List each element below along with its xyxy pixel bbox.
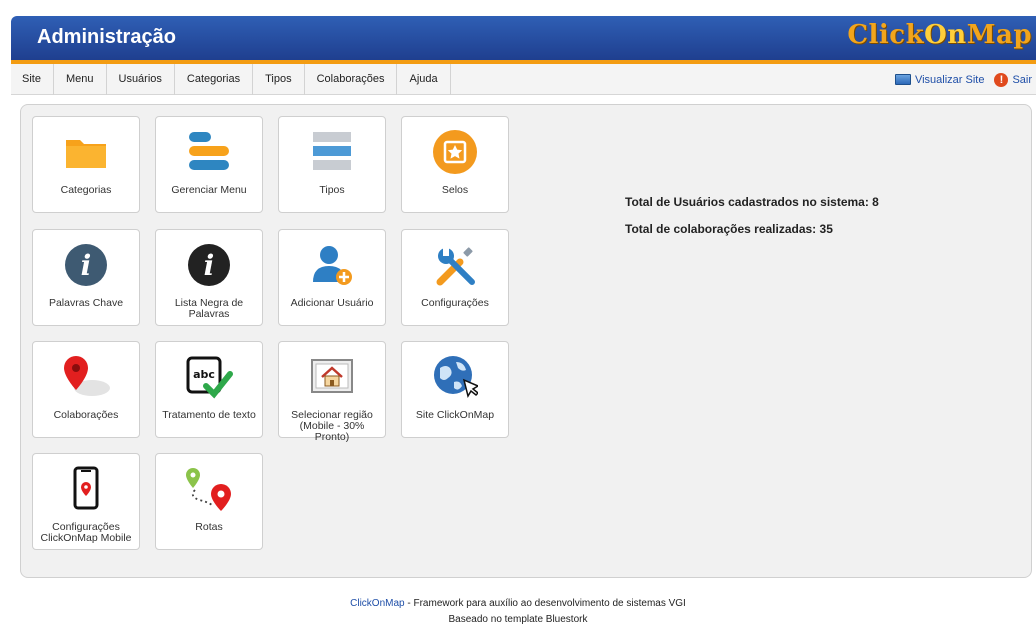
list-icon	[279, 129, 385, 175]
svg-text:i: i	[81, 249, 92, 282]
info-icon: i	[33, 242, 139, 288]
clickonmap-logo[interactable]: ClickOnMap	[847, 20, 1032, 50]
tile-config-mobile[interactable]: Configurações ClickOnMap Mobile	[32, 453, 140, 550]
spellcheck-icon: abc	[156, 354, 262, 400]
footer-line-2: Baseado no template Bluestork	[448, 614, 588, 625]
tile-site-clickonmap[interactable]: Site ClickOnMap	[401, 341, 509, 438]
star-badge-icon	[402, 129, 508, 175]
add-user-icon	[279, 242, 385, 288]
tile-selos[interactable]: Selos	[401, 116, 509, 213]
tile-tipos[interactable]: Tipos	[278, 116, 386, 213]
page-title: Administração	[37, 26, 176, 48]
visit-site-link[interactable]: Visualizar Site	[894, 74, 984, 86]
menu-bars-icon	[156, 129, 262, 175]
globe-icon	[402, 354, 508, 400]
folder-icon	[33, 129, 139, 175]
total-collaborations-text: Total de colaborações realizadas: 35	[625, 222, 833, 236]
footer: ClickOnMap - Framework para auxílio ao d…	[0, 596, 1036, 628]
tile-adicionar-usuario[interactable]: Adicionar Usuário	[278, 229, 386, 326]
menu-item-site[interactable]: Site	[11, 63, 54, 95]
tile-lista-negra[interactable]: i Lista Negra de Palavras	[155, 229, 263, 326]
tile-configuracoes[interactable]: Configurações	[401, 229, 509, 326]
exit-icon: !	[994, 72, 1009, 87]
tile-colaboracoes[interactable]: Colaborações	[32, 341, 140, 438]
menu-item-categorias[interactable]: Categorias	[175, 63, 254, 95]
total-users-text: Total de Usuários cadastrados no sistema…	[625, 195, 879, 209]
menu-item-colaboracoes[interactable]: Colaborações	[305, 63, 398, 95]
map-pin-icon	[33, 354, 139, 400]
home-frame-icon	[279, 354, 385, 400]
tile-gerenciar-menu[interactable]: Gerenciar Menu	[155, 116, 263, 213]
main-menu-bar: Site Menu Usuários Categorias Tipos Cola…	[11, 63, 1036, 95]
menu-item-menu[interactable]: Menu	[54, 63, 107, 95]
header-bar: Administração ClickOnMap	[11, 16, 1036, 60]
menu-item-usuarios[interactable]: Usuários	[107, 63, 175, 95]
menu-item-ajuda[interactable]: Ajuda	[397, 63, 451, 95]
tile-selecionar-regiao[interactable]: Selecionar região (Mobile - 30% Pronto)	[278, 341, 386, 443]
svg-text:i: i	[204, 249, 215, 282]
logout-link[interactable]: ! Sair	[994, 72, 1032, 87]
tools-icon	[402, 242, 508, 288]
tile-tratamento-texto[interactable]: abc Tratamento de texto	[155, 341, 263, 438]
monitor-icon	[894, 74, 911, 85]
route-icon	[156, 466, 262, 512]
mobile-icon	[33, 466, 139, 512]
admin-dashboard-panel: Categorias Gerenciar Menu Tipos Selos i …	[20, 104, 1032, 578]
tile-categorias[interactable]: Categorias	[32, 116, 140, 213]
footer-line-1: ClickOnMap - Framework para auxílio ao d…	[350, 598, 686, 609]
info-dark-icon: i	[156, 242, 262, 288]
menu-right-links: Visualizar Site ! Sair	[894, 64, 1032, 95]
tile-palavras-chave[interactable]: i Palavras Chave	[32, 229, 140, 326]
menu-item-tipos[interactable]: Tipos	[253, 63, 305, 95]
clickonmap-footer-link[interactable]: ClickOnMap	[350, 598, 404, 609]
statistics-summary: Total de Usuários cadastrados no sistema…	[625, 195, 879, 249]
svg-text:abc: abc	[193, 368, 215, 381]
tile-rotas[interactable]: Rotas	[155, 453, 263, 550]
